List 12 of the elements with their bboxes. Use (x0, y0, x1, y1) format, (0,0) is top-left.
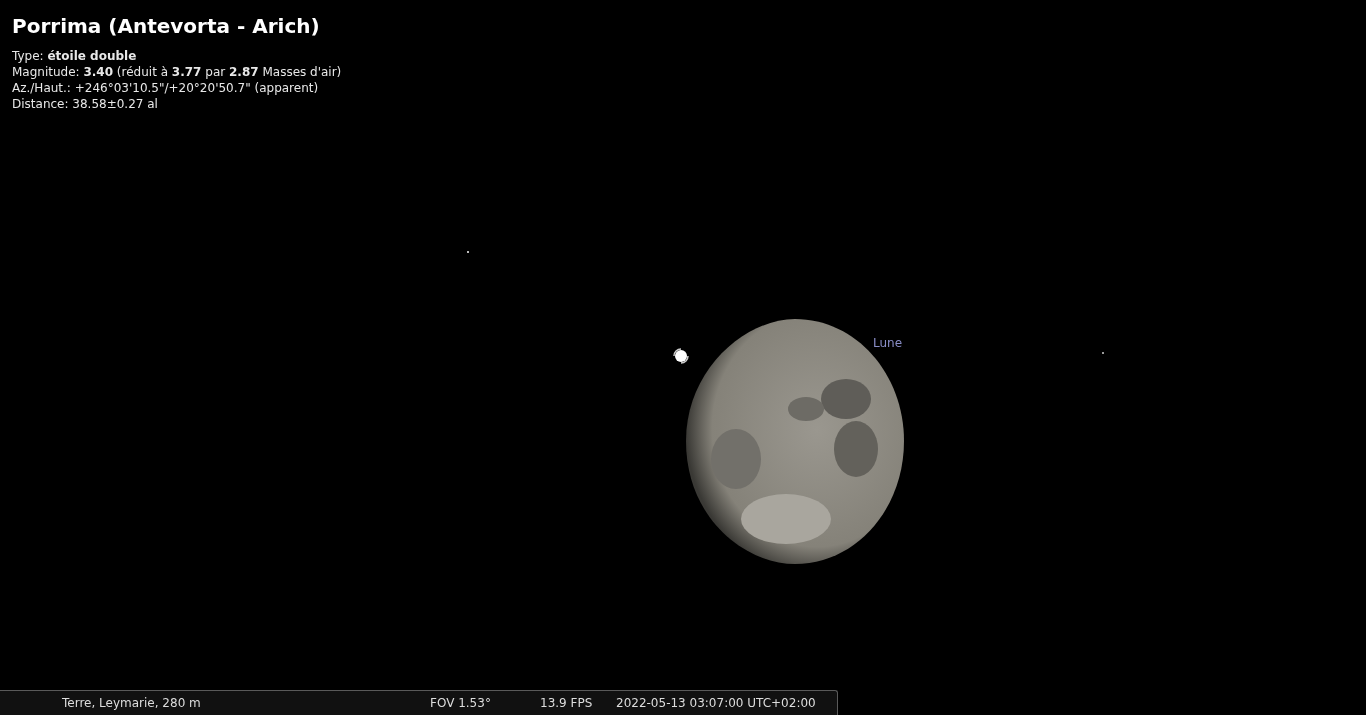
fov-text: FOV 1.53° (430, 695, 492, 712)
fps-text: 13.9 FPS (540, 695, 594, 712)
datetime-text: 2022-05-13 03:07:00 UTC+02:00 (616, 695, 816, 712)
selected-star-icon[interactable] (670, 345, 692, 367)
info-line: Az./Haut.: +246°03'10.5"/+20°20'50.7" (apparent) (12, 80, 320, 96)
info-line: Magnitude: 3.40 (réduit à 3.77 par 2.87 Masses d'air) (12, 64, 342, 80)
location-text: Terre, Leymarie, 280 m (62, 695, 202, 712)
info-line: Type: étoile double (12, 48, 138, 64)
object-title: Porrima (Antevorta - Arich) (12, 13, 321, 40)
info-line: Distance: 38.58±0.27 al (12, 96, 159, 112)
moon-label: Lune (873, 335, 903, 352)
moon-drawing[interactable] (686, 319, 904, 564)
